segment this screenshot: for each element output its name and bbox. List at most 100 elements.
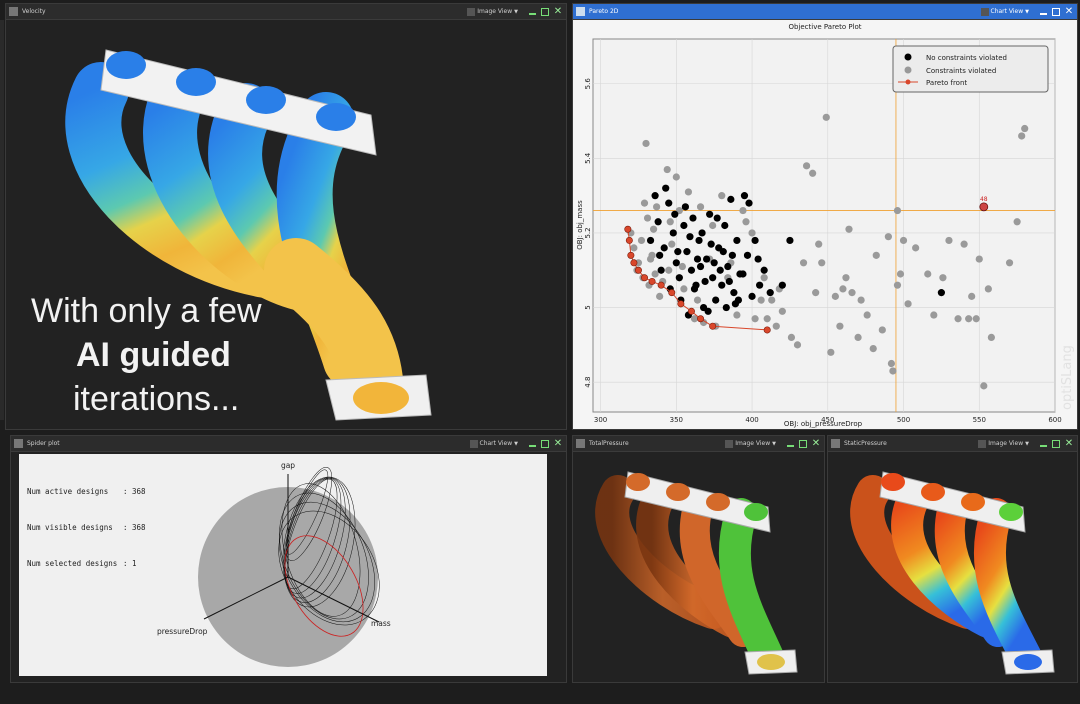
minimize-button[interactable] — [1038, 439, 1048, 449]
point-feasible[interactable] — [740, 192, 749, 200]
point-pareto[interactable] — [668, 289, 676, 297]
point-infeasible[interactable] — [668, 240, 676, 248]
point-feasible[interactable] — [754, 255, 762, 263]
point-infeasible[interactable] — [739, 206, 747, 215]
legend[interactable]: No constraints violated Constraints viol… — [892, 45, 1049, 93]
view-selector[interactable]: Image View ▼ — [725, 439, 776, 448]
point-feasible[interactable] — [745, 199, 753, 207]
pareto-titlebar[interactable]: Pareto 2D Chart View ▼ ✕ — [573, 4, 1077, 20]
point-pareto[interactable] — [648, 277, 656, 285]
point-pareto[interactable] — [627, 251, 635, 259]
point-feasible[interactable] — [669, 229, 677, 237]
point-infeasible[interactable] — [954, 315, 962, 323]
point-pareto[interactable] — [641, 274, 649, 282]
maximize-button[interactable] — [540, 439, 550, 449]
point-feasible[interactable] — [743, 251, 752, 259]
point-infeasible[interactable] — [945, 236, 953, 245]
point-pareto[interactable] — [763, 326, 771, 334]
point-infeasible[interactable] — [827, 348, 835, 356]
point-feasible[interactable] — [674, 248, 682, 256]
point-infeasible[interactable] — [760, 274, 768, 282]
point-infeasible[interactable] — [643, 214, 652, 222]
point-infeasible[interactable] — [912, 244, 920, 252]
point-feasible[interactable] — [672, 259, 680, 267]
point-feasible[interactable] — [656, 251, 664, 259]
point-feasible[interactable] — [701, 277, 709, 286]
point-feasible[interactable] — [660, 244, 668, 252]
point-feasible[interactable] — [689, 214, 697, 222]
point-infeasible[interactable] — [893, 281, 902, 289]
point-feasible[interactable] — [662, 184, 670, 192]
point-feasible[interactable] — [646, 236, 655, 245]
point-feasible[interactable] — [733, 236, 741, 245]
point-infeasible[interactable] — [799, 259, 808, 267]
point-infeasible[interactable] — [839, 285, 847, 293]
point-infeasible[interactable] — [696, 203, 705, 211]
point-pareto[interactable] — [624, 225, 632, 233]
point-infeasible[interactable] — [972, 315, 980, 323]
velocity-titlebar[interactable]: Velocity Image View ▼ ✕ — [6, 4, 566, 20]
point-infeasible[interactable] — [787, 333, 796, 341]
point-feasible[interactable] — [712, 296, 720, 304]
point-feasible[interactable] — [713, 214, 721, 222]
point-feasible[interactable] — [675, 274, 683, 282]
view-selector[interactable]: Image View ▼ — [467, 7, 518, 16]
pareto-chart[interactable]: Objective Pareto Plot 300 350 400 450 500 550… — [573, 20, 1077, 429]
point-feasible[interactable] — [766, 289, 774, 297]
point-infeasible[interactable] — [836, 322, 844, 330]
point-infeasible[interactable] — [848, 289, 856, 297]
point-feasible[interactable] — [716, 266, 724, 274]
point-infeasible[interactable] — [980, 382, 988, 390]
minimize-button[interactable] — [527, 7, 537, 17]
point-pareto[interactable] — [697, 315, 705, 323]
point-pareto[interactable] — [630, 259, 638, 267]
minimize-button[interactable] — [785, 439, 795, 449]
point-infeasible[interactable] — [869, 344, 877, 353]
point-infeasible[interactable] — [768, 296, 776, 304]
point-infeasible[interactable] — [924, 270, 932, 278]
point-infeasible[interactable] — [960, 240, 968, 248]
point-infeasible[interactable] — [802, 162, 811, 170]
point-feasible[interactable] — [703, 255, 711, 263]
point-infeasible[interactable] — [893, 206, 902, 215]
point-feasible[interactable] — [937, 289, 945, 297]
point-pareto[interactable] — [677, 300, 685, 308]
close-button[interactable]: ✕ — [553, 438, 563, 449]
point-infeasible[interactable] — [1021, 124, 1029, 133]
point-infeasible[interactable] — [718, 192, 726, 200]
point-infeasible[interactable] — [899, 236, 908, 245]
point-infeasible[interactable] — [863, 311, 871, 319]
point-feasible[interactable] — [671, 210, 679, 218]
point-pareto[interactable] — [709, 322, 717, 330]
point-pareto[interactable] — [625, 236, 633, 244]
point-infeasible[interactable] — [965, 315, 973, 323]
point-infeasible[interactable] — [748, 229, 756, 237]
static-pressure-image-area[interactable] — [828, 452, 1077, 682]
point-infeasible[interactable] — [878, 326, 886, 334]
point-feasible[interactable] — [725, 277, 733, 286]
minimize-button[interactable] — [527, 439, 537, 449]
point-feasible[interactable] — [704, 307, 712, 315]
point-infeasible[interactable] — [975, 255, 983, 263]
close-button[interactable]: ✕ — [1064, 6, 1074, 17]
point-infeasible[interactable] — [666, 218, 674, 226]
maximize-button[interactable] — [1051, 439, 1061, 449]
maximize-button[interactable] — [540, 7, 550, 17]
point-pareto[interactable] — [634, 266, 642, 274]
point-feasible[interactable] — [698, 229, 706, 237]
point-feasible[interactable] — [654, 218, 662, 226]
point-feasible[interactable] — [693, 255, 702, 263]
point-infeasible[interactable] — [742, 218, 750, 226]
point-feasible[interactable] — [706, 210, 714, 218]
point-feasible[interactable] — [778, 281, 786, 289]
point-infeasible[interactable] — [709, 221, 717, 230]
point-infeasible[interactable] — [857, 296, 865, 304]
point-infeasible[interactable] — [653, 203, 661, 211]
static-pressure-titlebar[interactable]: StaticPressure Image View ▼ ✕ — [828, 436, 1077, 452]
point-infeasible[interactable] — [904, 300, 912, 308]
pareto-chart-area[interactable]: Objective Pareto Plot 300 350 400 450 500 550… — [573, 20, 1077, 429]
point-feasible[interactable] — [710, 259, 718, 267]
point-infeasible[interactable] — [757, 296, 765, 304]
point-feasible[interactable] — [719, 248, 727, 256]
point-feasible[interactable] — [657, 266, 665, 274]
